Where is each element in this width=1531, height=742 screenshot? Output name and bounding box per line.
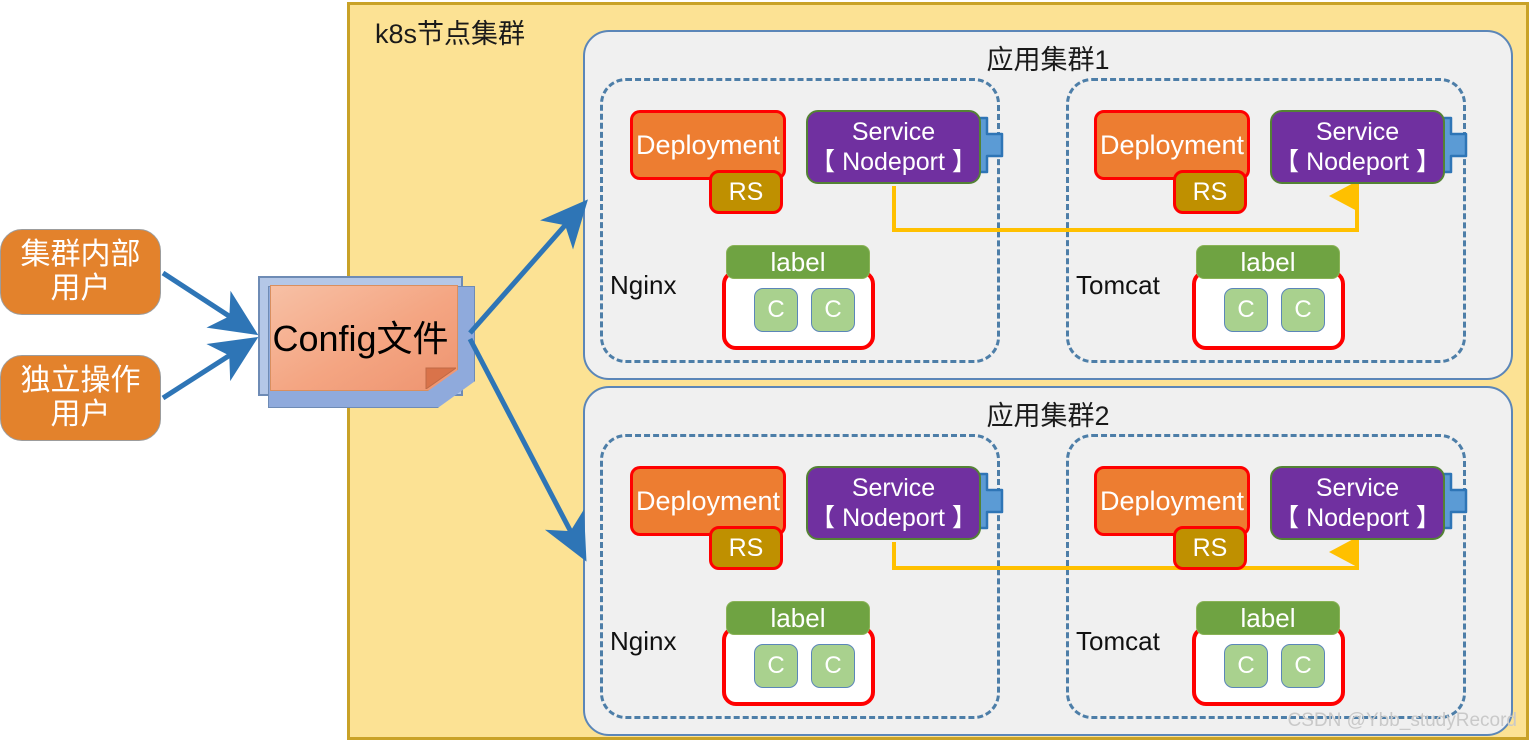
service-c1-tomcat[interactable]: Service 【 Nodeport 】 [1270, 110, 1445, 184]
service-c1-nginx[interactable]: Service 【 Nodeport 】 [806, 110, 981, 184]
container-c2-nginx-1-label: C [767, 652, 785, 679]
container-c1-nginx-1[interactable]: C [754, 288, 798, 332]
user-box-internal[interactable]: 集群内部 用户 [0, 229, 161, 315]
label-box-c1-nginx-text: label [770, 246, 826, 277]
container-c1-nginx-1-label: C [767, 296, 785, 323]
container-c2-tomcat-2-label: C [1294, 652, 1312, 679]
service-c2-nginx-line2: 【 Nodeport 】 [810, 504, 977, 532]
service-c2-tomcat-line1: Service [1315, 473, 1400, 502]
rs-c2-tomcat-label: RS [1192, 533, 1228, 562]
container-c2-tomcat-2[interactable]: C [1281, 644, 1325, 688]
label-box-c2-nginx-text: label [770, 602, 826, 633]
service-c2-tomcat[interactable]: Service 【 Nodeport 】 [1270, 466, 1445, 540]
container-c1-nginx-2[interactable]: C [811, 288, 855, 332]
container-c1-tomcat-1-label: C [1237, 296, 1255, 323]
diagram-canvas: k8s节点集群 集群内部 用户 独立操作 用户 Config文件 应用集群1 N… [0, 0, 1531, 742]
deployment-c1-tomcat-label: Deployment [1099, 129, 1245, 160]
deployment-c2-tomcat-label: Deployment [1099, 485, 1245, 516]
label-box-c1-tomcat-text: label [1240, 246, 1296, 277]
container-c1-nginx-2-label: C [824, 296, 842, 323]
user-box-internal-label: 集群内部 用户 [20, 238, 141, 305]
service-c2-nginx[interactable]: Service 【 Nodeport 】 [806, 466, 981, 540]
label-box-c2-tomcat-text: label [1240, 602, 1296, 633]
app-cluster-1-title: 应用集群1 [986, 45, 1110, 75]
container-c1-tomcat-2-label: C [1294, 296, 1312, 323]
label-box-c2-tomcat[interactable]: label [1196, 601, 1340, 635]
service-c1-tomcat-line2: 【 Nodeport 】 [1274, 148, 1441, 176]
deployment-c1-nginx-label: Deployment [635, 129, 781, 160]
rs-c1-nginx[interactable]: RS [709, 170, 783, 214]
pod-c2-nginx-name: Nginx [610, 626, 677, 656]
app-cluster-2-title: 应用集群2 [986, 401, 1110, 431]
rs-c2-nginx[interactable]: RS [709, 526, 783, 570]
container-c2-nginx-2-label: C [824, 652, 842, 679]
container-c1-tomcat-2[interactable]: C [1281, 288, 1325, 332]
service-c2-nginx-line1: Service [851, 473, 936, 502]
rs-c2-tomcat[interactable]: RS [1173, 526, 1247, 570]
container-c2-tomcat-1[interactable]: C [1224, 644, 1268, 688]
label-box-c1-nginx[interactable]: label [726, 245, 870, 279]
service-c2-tomcat-line2: 【 Nodeport 】 [1274, 504, 1441, 532]
service-c1-nginx-line1: Service [851, 117, 936, 146]
container-c2-tomcat-1-label: C [1237, 652, 1255, 679]
service-c1-nginx-line2: 【 Nodeport 】 [810, 148, 977, 176]
rs-c2-nginx-label: RS [728, 533, 764, 562]
arrow-standalone-user-to-config [161, 336, 259, 401]
user-box-standalone[interactable]: 独立操作 用户 [0, 355, 161, 441]
service-c1-tomcat-line1: Service [1315, 117, 1400, 146]
rs-c1-tomcat[interactable]: RS [1173, 170, 1247, 214]
rs-c1-tomcat-label: RS [1192, 177, 1228, 206]
label-box-c2-nginx[interactable]: label [726, 601, 870, 635]
user-box-standalone-label: 独立操作 用户 [20, 364, 141, 431]
watermark: CSDN @Ybb_studyRecord [1287, 710, 1517, 731]
arrow-internal-user-to-config [161, 270, 259, 336]
container-c1-tomcat-1[interactable]: C [1224, 288, 1268, 332]
rs-c1-nginx-label: RS [728, 177, 764, 206]
label-box-c1-tomcat[interactable]: label [1196, 245, 1340, 279]
config-file-label: Config文件 [272, 318, 449, 359]
container-c2-nginx-2[interactable]: C [811, 644, 855, 688]
k8s-node-cluster-title: k8s节点集群 [375, 19, 526, 49]
pod-c2-tomcat-name: Tomcat [1076, 626, 1160, 656]
deployment-c2-nginx-label: Deployment [635, 485, 781, 516]
container-c2-nginx-1[interactable]: C [754, 644, 798, 688]
